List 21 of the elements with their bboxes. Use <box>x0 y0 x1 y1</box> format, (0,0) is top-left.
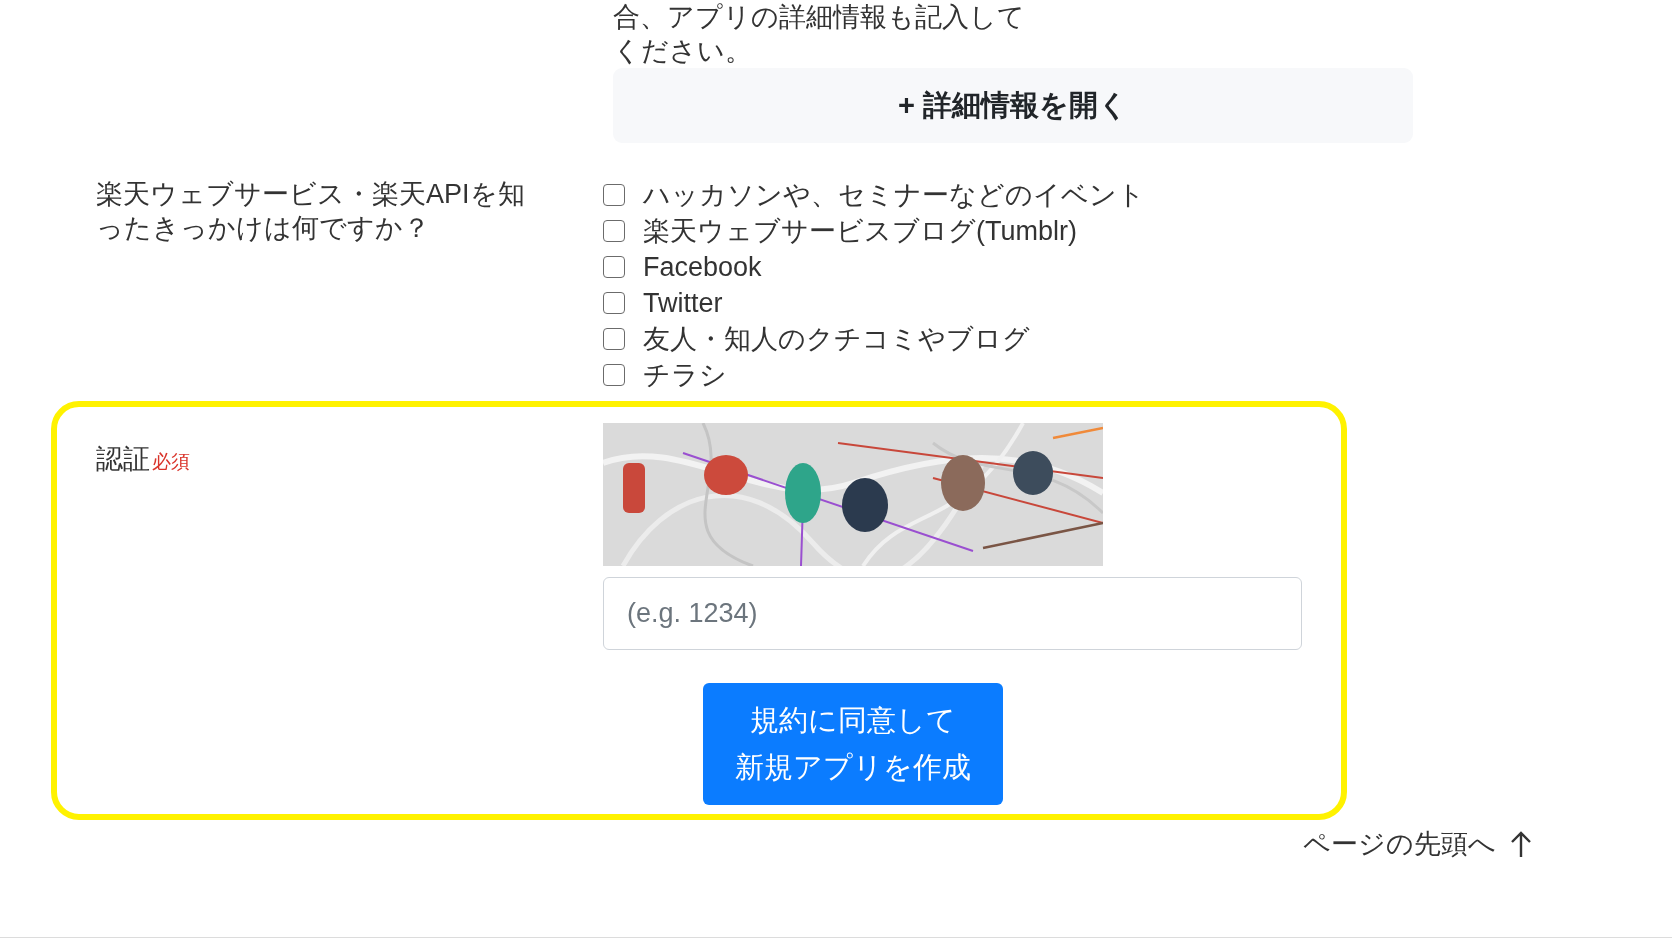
back-to-top-link[interactable]: ページの先頭へ <box>1303 827 1532 861</box>
captcha-input[interactable]: (e.g. 1234) <box>603 577 1302 650</box>
checkbox[interactable] <box>603 256 625 278</box>
submit-button[interactable]: 規約に同意して 新規アプリを作成 <box>703 683 1003 805</box>
checkbox[interactable] <box>603 220 625 242</box>
instruction-text: 合、アプリの詳細情報も記入してください。 <box>613 1 1026 68</box>
checkbox[interactable] <box>603 364 625 386</box>
checkbox[interactable] <box>603 292 625 314</box>
arrow-up-icon <box>1510 831 1532 857</box>
checkbox-label[interactable]: Twitter <box>643 286 723 320</box>
checkbox[interactable] <box>603 184 625 206</box>
field-label: 認証 <box>96 444 150 474</box>
checkbox[interactable] <box>603 328 625 350</box>
checkbox-label[interactable]: ハッカソンや、セミナーなどのイベント <box>643 178 1145 212</box>
expand-details-button[interactable]: + 詳細情報を開く <box>613 68 1413 143</box>
checkbox-label[interactable]: 楽天ウェブサービスブログ(Tumblr) <box>643 214 1077 248</box>
question-label: 楽天ウェブサービス・楽天APIを知ったきっかけは何ですか？ <box>96 178 526 245</box>
checkbox-label[interactable]: 友人・知人のクチコミやブログ <box>643 322 1030 356</box>
checkbox-label[interactable]: Facebook <box>643 250 762 284</box>
checkbox-label[interactable]: チラシ <box>643 358 727 392</box>
required-label: 必須 <box>152 451 190 472</box>
